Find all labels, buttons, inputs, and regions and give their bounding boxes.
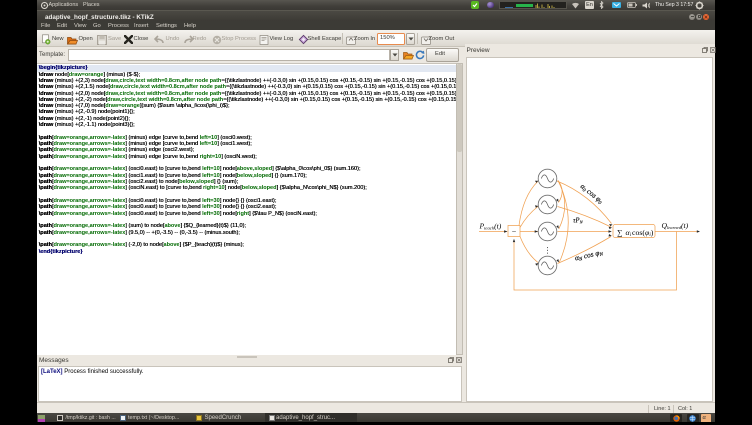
svg-text:αN cos φN: αN cos φN xyxy=(574,247,604,263)
svg-text:Qlearned(t): Qlearned(t) xyxy=(662,221,689,230)
svg-text:−: − xyxy=(512,228,517,237)
svg-text:∑ αicos(φi): ∑ αicos(φi) xyxy=(617,228,654,238)
svg-text:Pteach(t): Pteach(t) xyxy=(479,221,502,230)
svg-text:τPN: τPN xyxy=(573,218,584,225)
